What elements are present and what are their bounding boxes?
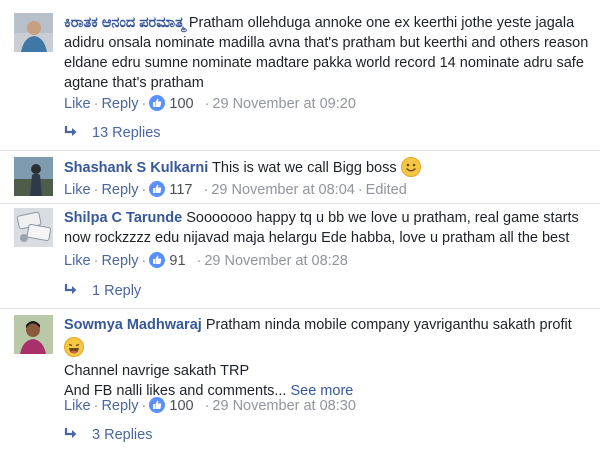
separator: · xyxy=(141,398,147,414)
comment-text: Pratham ninda mobile company yavriganthu… xyxy=(205,317,572,333)
comment-text-line-2: Channel navrige sakath TRP xyxy=(64,363,250,379)
like-button[interactable]: Like xyxy=(64,398,91,414)
avatar-image xyxy=(14,315,53,354)
like-button[interactable]: Like xyxy=(64,253,91,269)
separator: · xyxy=(196,253,202,269)
reply-button[interactable]: Reply xyxy=(101,398,138,414)
like-button[interactable]: Like xyxy=(64,96,91,112)
like-button[interactable]: Like xyxy=(64,182,91,198)
reply-button[interactable]: Reply xyxy=(101,96,138,112)
separator: · xyxy=(141,96,147,112)
separator: · xyxy=(204,398,210,414)
avatar-image xyxy=(14,157,53,196)
comment-author[interactable]: Sowmya Madhwaraj xyxy=(64,317,202,333)
comment-author[interactable]: Shashank S Kulkarni xyxy=(64,160,208,176)
avatar[interactable] xyxy=(14,13,53,52)
view-replies-link[interactable]: 13 Replies xyxy=(64,123,161,143)
replies-count: 13 Replies xyxy=(92,125,161,141)
reply-button[interactable]: Reply xyxy=(101,253,138,269)
smiley-emoji-icon xyxy=(400,157,421,177)
comment-author[interactable]: ಕಿರಾತಕ ಆನಂದ ಪರಮಾತ್ಮ xyxy=(64,15,185,31)
view-replies-link[interactable]: 1 Reply xyxy=(64,281,141,301)
like-count[interactable]: 100 xyxy=(169,398,193,414)
avatar[interactable] xyxy=(14,157,53,196)
comment-text: This is wat we call Bigg boss xyxy=(212,160,397,176)
separator: · xyxy=(204,96,210,112)
reply-arrow-icon xyxy=(64,126,77,136)
comment-actions: Like · Reply · 117 · 29 November at 08:04 · Edit… xyxy=(64,180,407,200)
timestamp[interactable]: 29 November at 08:04 xyxy=(211,182,354,198)
like-count[interactable]: 91 xyxy=(169,253,185,269)
view-replies-link[interactable]: 3 Replies xyxy=(64,425,152,445)
reply-arrow-icon xyxy=(64,284,77,294)
comment-author[interactable]: Shilpa C Tarunde xyxy=(64,210,182,226)
separator: · xyxy=(141,182,147,198)
avatar[interactable] xyxy=(14,208,53,247)
separator: · xyxy=(93,253,99,269)
like-icon[interactable] xyxy=(149,95,166,111)
comment-actions: Like · Reply · 100 · 29 November at 08:30 xyxy=(64,396,356,416)
separator: · xyxy=(357,182,363,198)
replies-count: 1 Reply xyxy=(92,283,142,299)
separator: · xyxy=(93,182,99,198)
timestamp[interactable]: 29 November at 09:20 xyxy=(212,96,355,112)
separator: · xyxy=(141,253,147,269)
avatar-image xyxy=(14,13,53,52)
divider xyxy=(0,150,600,151)
replies-count: 3 Replies xyxy=(92,427,153,443)
comment-actions: Like · Reply · 91 · 29 November at 08:28 xyxy=(64,251,348,271)
like-count[interactable]: 100 xyxy=(169,96,193,112)
separator: · xyxy=(93,398,99,414)
divider xyxy=(0,308,600,309)
divider xyxy=(0,203,600,204)
separator: · xyxy=(203,182,209,198)
like-icon[interactable] xyxy=(149,252,166,268)
timestamp[interactable]: 29 November at 08:28 xyxy=(204,253,347,269)
like-icon[interactable] xyxy=(149,181,166,197)
avatar-image xyxy=(14,208,53,247)
comment-actions: Like · Reply · 100 · 29 November at 09:20 xyxy=(64,94,356,114)
reply-arrow-icon xyxy=(64,428,77,438)
like-count[interactable]: 117 xyxy=(169,182,192,198)
timestamp[interactable]: 29 November at 08:30 xyxy=(212,398,355,414)
edited-label[interactable]: Edited xyxy=(366,182,407,198)
laughing-emoji-icon xyxy=(64,337,84,357)
reply-button[interactable]: Reply xyxy=(101,182,138,198)
avatar[interactable] xyxy=(14,315,53,354)
separator: · xyxy=(93,96,99,112)
like-icon[interactable] xyxy=(149,397,166,413)
